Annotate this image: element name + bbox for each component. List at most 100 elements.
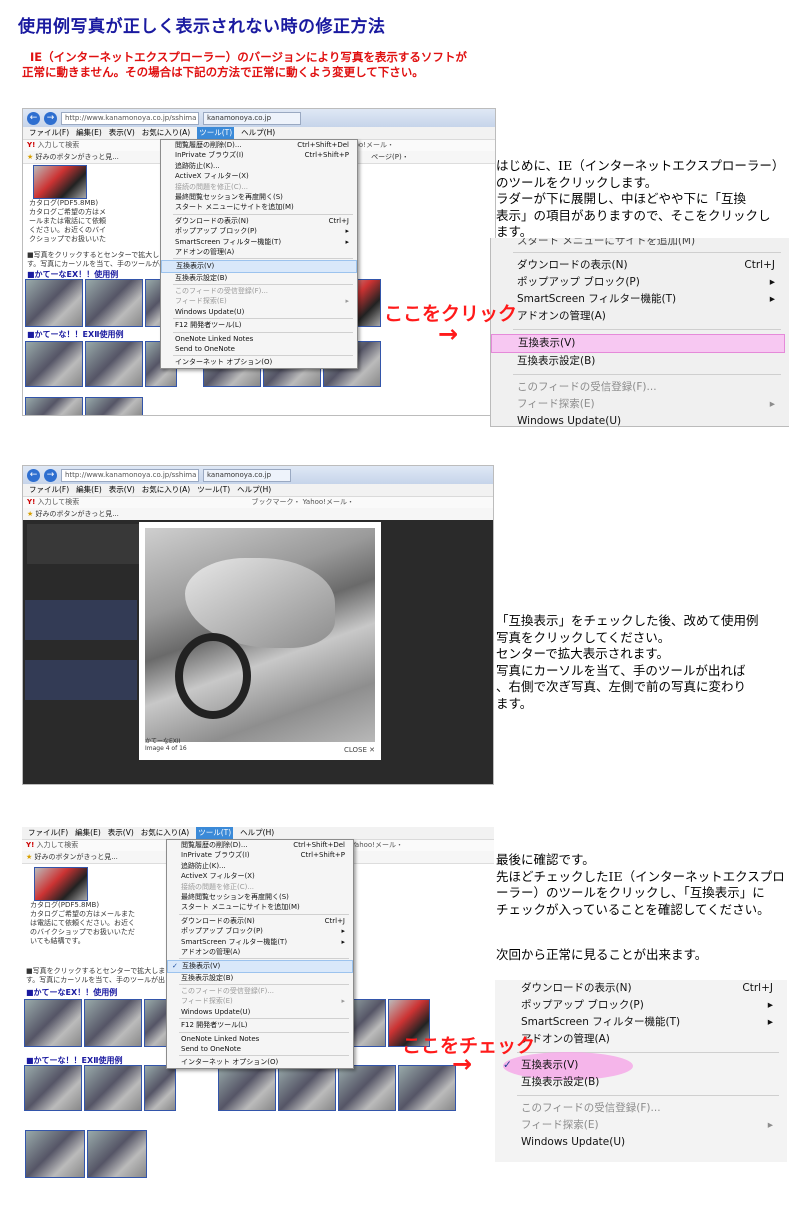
zoom-item-downloads[interactable]: ダウンロードの表示(N) Ctrl+J: [491, 257, 789, 274]
favorite-link[interactable]: 好みのボタンがきっと見...: [35, 853, 118, 861]
photo-thumb[interactable]: [218, 1065, 276, 1111]
menu-tools[interactable]: ツール(T): [196, 827, 234, 839]
back-icon[interactable]: ←: [27, 468, 40, 482]
photo-thumb[interactable]: [25, 397, 83, 415]
catalog-link[interactable]: カタログ(PDF5.8MB): [29, 199, 159, 208]
photo-thumb[interactable]: [85, 279, 143, 327]
menu-item-reopen-session[interactable]: 最終閲覧セッションを再度開く(S): [167, 892, 353, 902]
catalog-image[interactable]: [34, 867, 88, 901]
menu-file[interactable]: ファイル(F): [28, 827, 68, 839]
menu-item-downloads[interactable]: ダウンロードの表示(N) Ctrl+J: [161, 216, 357, 226]
menu-item-tracking[interactable]: 追跡防止(K)...: [167, 861, 353, 871]
zoom-item-addons[interactable]: アドオンの管理(A): [491, 308, 789, 325]
menu-item-addons[interactable]: アドオンの管理(A): [167, 947, 353, 957]
menu-view[interactable]: 表示(V): [109, 127, 135, 139]
menu-item-compat-settings[interactable]: 互換表示設定(B): [167, 973, 353, 983]
menu-item-f12[interactable]: F12 開発者ツール(L): [167, 1020, 353, 1030]
menu-help[interactable]: ヘルプ(H): [237, 484, 271, 496]
zoom-item-addons[interactable]: アドオンの管理(A): [495, 1031, 787, 1048]
photo-thumb[interactable]: [84, 999, 142, 1047]
close-button[interactable]: CLOSE ✕: [344, 746, 375, 754]
photo-thumb[interactable]: [25, 1130, 85, 1178]
menu-help[interactable]: ヘルプ(H): [240, 827, 274, 839]
forward-icon[interactable]: →: [44, 111, 57, 125]
browser-tab[interactable]: kanamonoya.co.jp: [203, 468, 291, 482]
menu-favorites[interactable]: お気に入り(A): [142, 484, 190, 496]
zoom-item-compat-settings[interactable]: 互換表示設定(B): [491, 353, 789, 370]
menu-edit[interactable]: 編集(E): [76, 484, 102, 496]
menu-item-downloads[interactable]: ダウンロードの表示(N) Ctrl+J: [167, 916, 353, 926]
menu-item-f12[interactable]: F12 開発者ツール(L): [161, 320, 357, 330]
menu-file[interactable]: ファイル(F): [29, 127, 69, 139]
browser-tab[interactable]: kanamonoya.co.jp: [203, 111, 301, 125]
menu-item-windows-update[interactable]: Windows Update(U): [167, 1007, 353, 1017]
close-icon[interactable]: ✕: [369, 746, 375, 754]
zoom-item-compat-view[interactable]: ✓ 互換表示(V): [495, 1052, 787, 1080]
zoom-item-popup[interactable]: ポップアップ ブロック(P) ▸: [491, 274, 789, 291]
menu-item-smartscreen[interactable]: SmartScreen フィルター機能(T) ▸: [161, 237, 357, 247]
menu-item-add-start[interactable]: スタート メニューにサイトを追加(M): [167, 902, 353, 912]
menu-item-send-onenote[interactable]: Send to OneNote: [167, 1044, 353, 1054]
lightbox-photo[interactable]: [145, 528, 375, 742]
photo-thumb[interactable]: [24, 1065, 82, 1111]
menu-item-internet-options[interactable]: インターネット オプション(O): [161, 357, 357, 367]
menu-item-onenote-linked[interactable]: OneNote Linked Notes: [167, 1034, 353, 1044]
photo-thumb[interactable]: [85, 341, 143, 387]
zoom-item-downloads[interactable]: ダウンロードの表示(N) Ctrl+J: [495, 980, 787, 997]
menu-item-popup[interactable]: ポップアップ ブロック(P) ▸: [161, 226, 357, 236]
menu-item-onenote-linked[interactable]: OneNote Linked Notes: [161, 334, 357, 344]
photo-thumb[interactable]: [278, 1065, 336, 1111]
search-input[interactable]: 入力して検索: [38, 141, 80, 149]
menu-edit[interactable]: 編集(E): [76, 127, 102, 139]
menu-item-reopen-session[interactable]: 最終閲覧セッションを再度開く(S): [161, 192, 357, 202]
menu-view[interactable]: 表示(V): [108, 827, 134, 839]
address-bar[interactable]: http://www.kanamonoya.co.jp/sshima: [61, 111, 199, 125]
menu-item-compat-view[interactable]: 互換表示(V): [161, 260, 357, 273]
bookmark-toolbar[interactable]: ブックマーク・ Yahoo!メール・: [252, 498, 355, 506]
menu-item-send-onenote[interactable]: Send to OneNote: [161, 344, 357, 354]
photo-thumb[interactable]: [87, 1130, 147, 1178]
search-input[interactable]: 入力して検索: [37, 841, 79, 849]
photo-thumb[interactable]: [25, 279, 83, 327]
photo-thumb[interactable]: [24, 999, 82, 1047]
menu-favorites[interactable]: お気に入り(A): [142, 127, 190, 139]
menu-item-inprivate[interactable]: InPrivate ブラウズ(I) Ctrl+Shift+P: [161, 150, 357, 160]
address-bar[interactable]: http://www.kanamonoya.co.jp/sshima: [61, 468, 199, 482]
menu-item-activex[interactable]: ActiveX フィルター(X): [167, 871, 353, 881]
zoom-item-compat-view[interactable]: 互換表示(V): [491, 334, 785, 353]
menu-help[interactable]: ヘルプ(H): [241, 127, 275, 139]
menu-view[interactable]: 表示(V): [109, 484, 135, 496]
favorite-link[interactable]: 好みのボタンがきっと見...: [36, 510, 119, 518]
favorite-link[interactable]: 好みのボタンがきっと見...: [36, 153, 119, 161]
zoom-item-windows-update[interactable]: Windows Update(U): [495, 1134, 787, 1151]
menu-tools[interactable]: ツール(T): [197, 127, 235, 139]
menu-file[interactable]: ファイル(F): [29, 484, 69, 496]
menu-item-tracking[interactable]: 追跡防止(K)...: [161, 161, 357, 171]
photo-thumb[interactable]: [144, 1065, 176, 1111]
photo-thumb[interactable]: [338, 1065, 396, 1111]
zoom-item-windows-update[interactable]: Windows Update(U): [491, 413, 789, 430]
lightbox-overlay[interactable]: かてーなEXII Image 4 of 16 CLOSE ✕: [23, 520, 493, 784]
menu-item-activex[interactable]: ActiveX フィルター(X): [161, 171, 357, 181]
menu-edit[interactable]: 編集(E): [75, 827, 101, 839]
menu-item-compat-settings[interactable]: 互換表示設定(B): [161, 273, 357, 283]
menu-item-clear-history[interactable]: 閲覧履歴の削除(D)... Ctrl+Shift+Del: [161, 140, 357, 150]
menu-item-addons[interactable]: アドオンの管理(A): [161, 247, 357, 257]
photo-thumb[interactable]: [398, 1065, 456, 1111]
page-menu[interactable]: ページ(P)・: [371, 153, 409, 161]
menu-item-clear-history[interactable]: 閲覧履歴の削除(D)... Ctrl+Shift+Del: [167, 840, 353, 850]
menu-item-add-start[interactable]: スタート メニューにサイトを追加(M): [161, 202, 357, 212]
photo-thumb[interactable]: [85, 397, 143, 415]
menu-item-inprivate[interactable]: InPrivate ブラウズ(I) Ctrl+Shift+P: [167, 850, 353, 860]
menu-item-compat-view[interactable]: ✓ 互換表示(V): [167, 960, 353, 973]
forward-icon[interactable]: →: [44, 468, 57, 482]
search-input[interactable]: 入力して検索: [38, 498, 80, 506]
catalog-image[interactable]: [33, 165, 87, 199]
menu-tools[interactable]: ツール(T): [197, 484, 230, 496]
menu-item-windows-update[interactable]: Windows Update(U): [161, 307, 357, 317]
menu-favorites[interactable]: お気に入り(A): [141, 827, 189, 839]
zoom-item-popup[interactable]: ポップアップ ブロック(P) ▸: [495, 997, 787, 1014]
zoom-item-smartscreen[interactable]: SmartScreen フィルター機能(T) ▸: [495, 1014, 787, 1031]
back-icon[interactable]: ←: [27, 111, 40, 125]
zoom-item-smartscreen[interactable]: SmartScreen フィルター機能(T) ▸: [491, 291, 789, 308]
